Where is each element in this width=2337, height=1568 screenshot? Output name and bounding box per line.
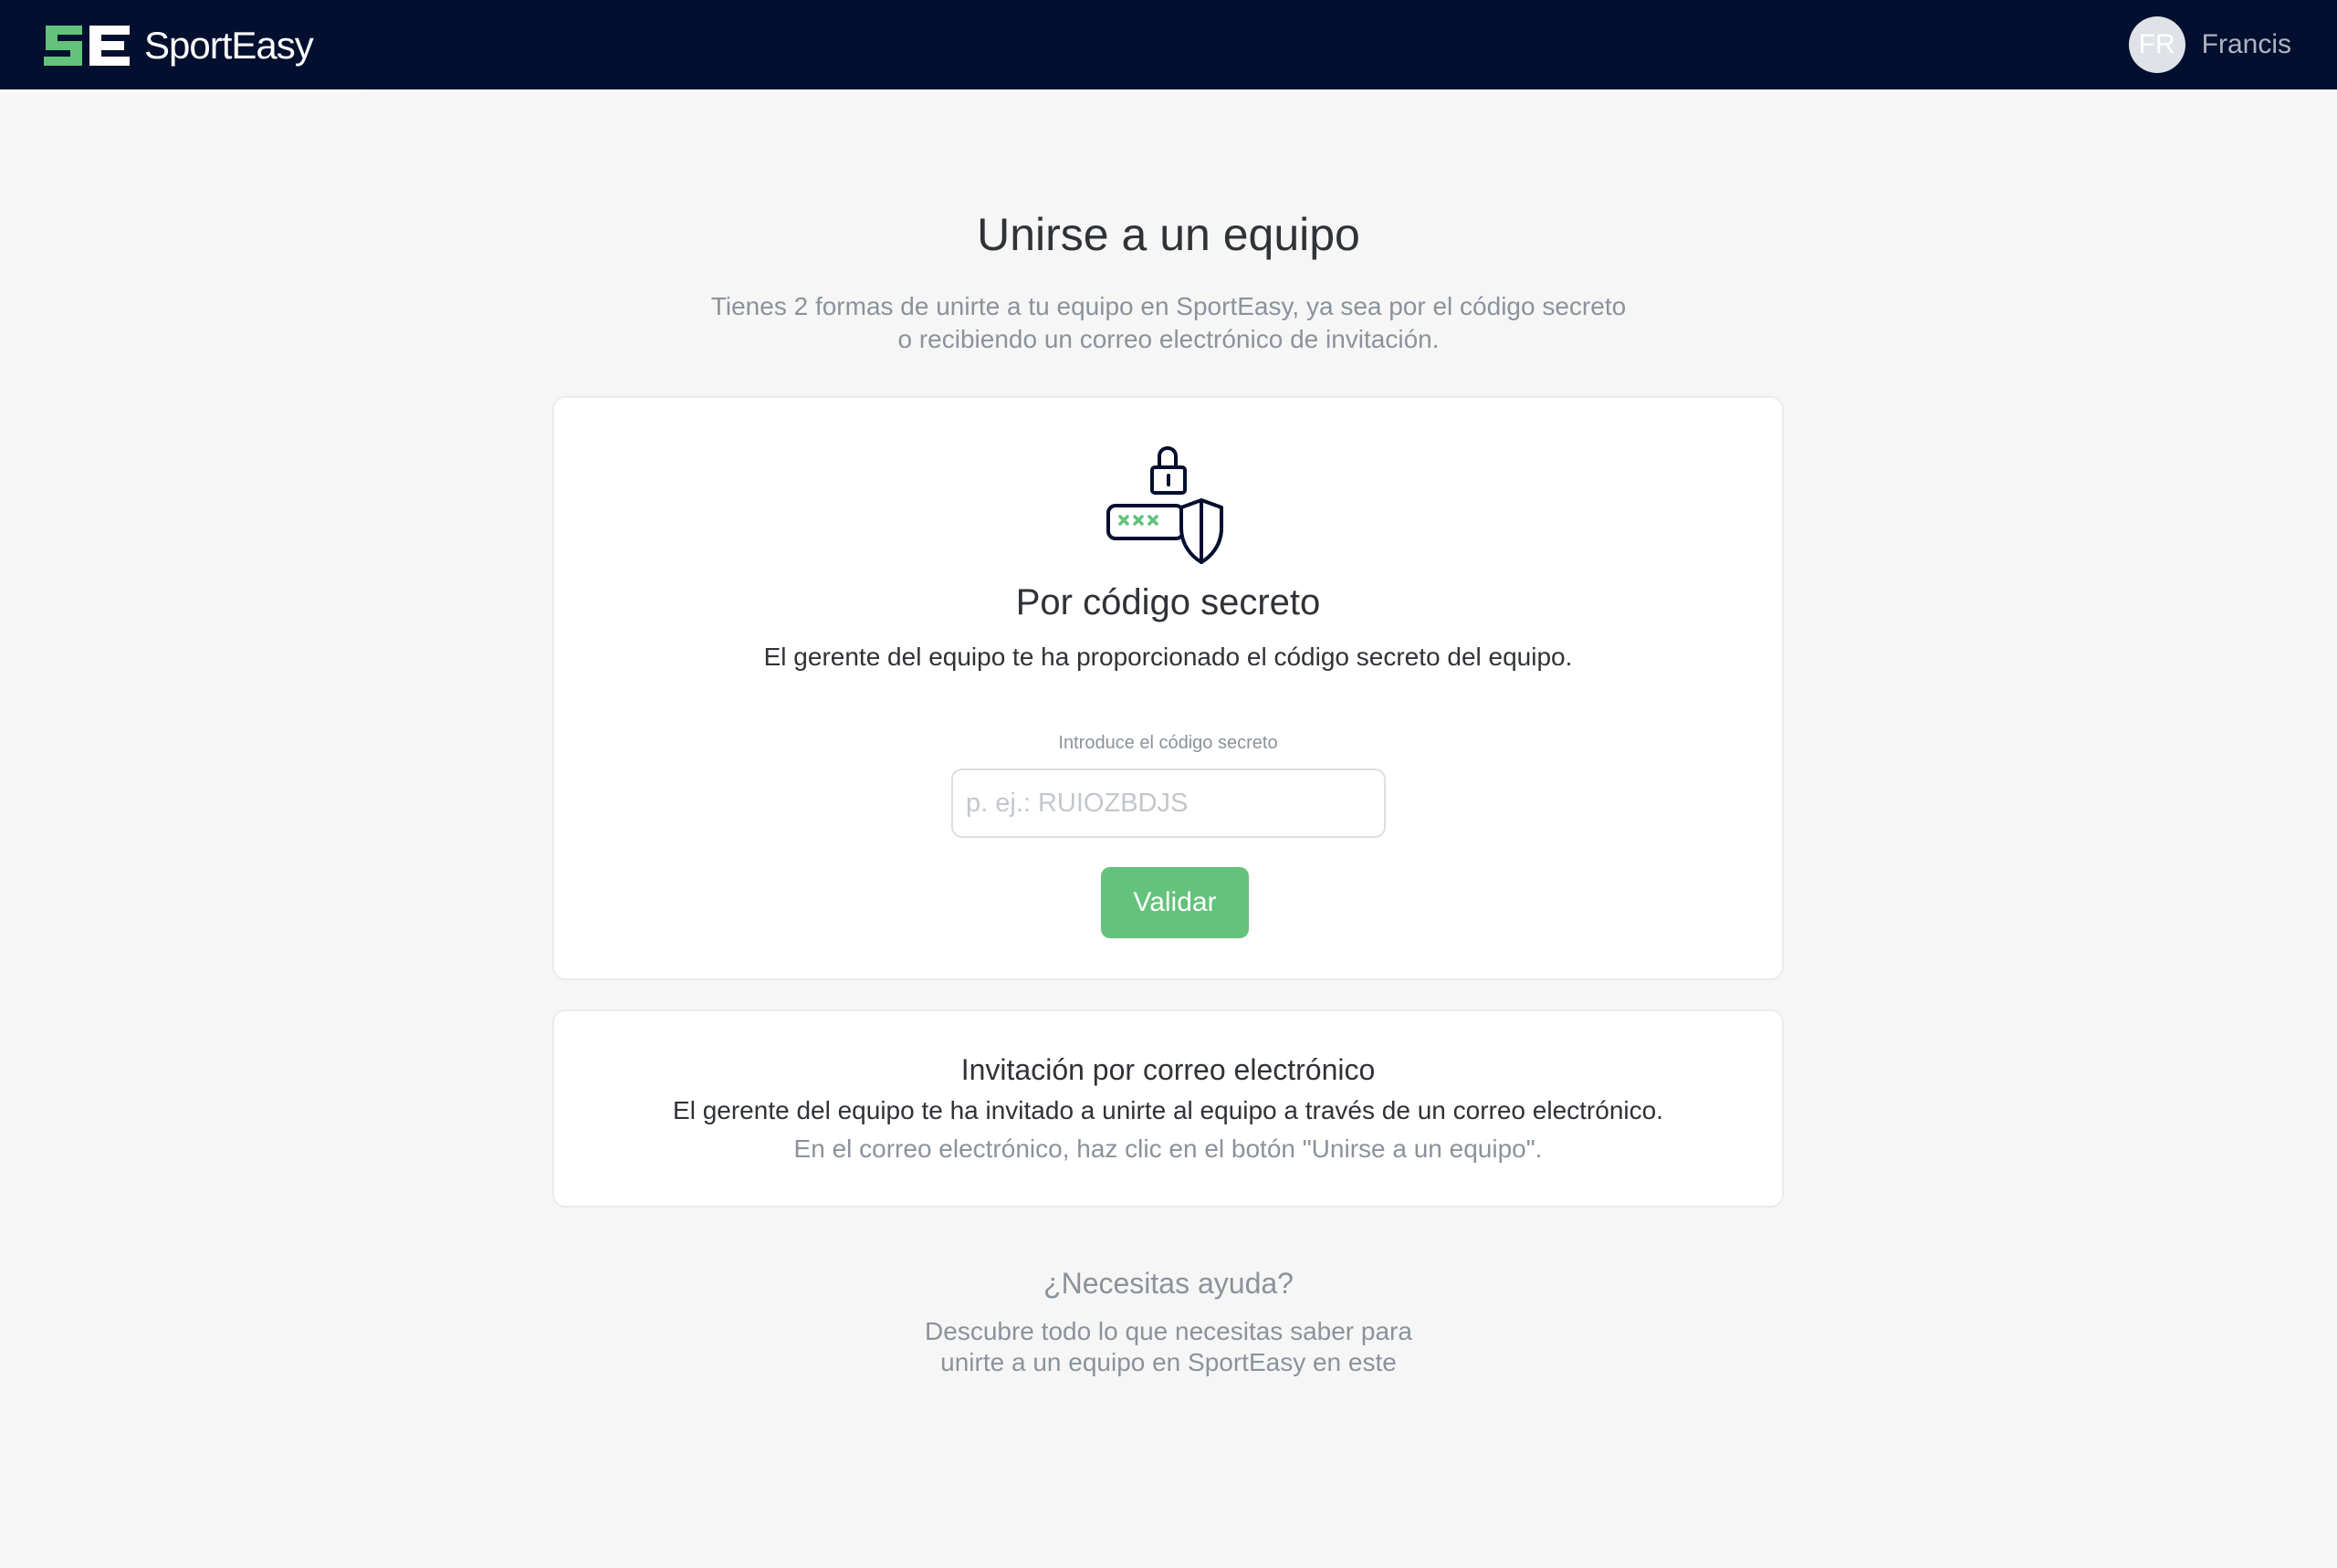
active-nav-indicator [0,89,362,92]
email-invitation-description: El gerente del equipo te ha invitado a u… [673,1096,1663,1124]
sporteasy-logo-mark-icon [44,26,130,66]
help-text: Descubre todo lo que necesitas saber par… [849,1316,1488,1378]
page-subtitle-line: o recibiendo un correo electrónico de in… [897,325,1440,353]
page-subtitle-line: Tienes 2 formas de unirte a tu equipo en… [710,292,1627,320]
validate-button[interactable]: Validar [1101,867,1249,938]
page-subtitle: Tienes 2 formas de unirte a tu equipo en… [621,290,1716,356]
secret-code-title: Por código secreto [1015,582,1321,622]
email-invitation-hint: En el correo electrónico, haz clic en el… [793,1134,1543,1163]
help-text-line: Descubre todo lo que necesitas saber par… [925,1317,1412,1345]
avatar[interactable]: FR [2128,16,2185,73]
page-title: Unirse a un equipo [977,209,1360,260]
lock-code-shield-icon [1106,446,1223,564]
top-navigation-bar: SportEasy FR Francis [0,0,2337,89]
secret-code-label: Introduce el código secreto [1058,733,1278,753]
secret-code-input[interactable] [951,768,1386,838]
user-menu[interactable]: FR Francis [2128,16,2291,73]
help-text-line: unirte a un equipo en SportEasy en este [940,1348,1397,1376]
email-invitation-title: Invitación por correo electrónico [960,1053,1376,1086]
user-name[interactable]: Francis [2202,29,2291,60]
brand-name: SportEasy [144,24,314,67]
secret-code-description: El gerente del equipo te ha proporcionad… [763,643,1573,671]
help-title: ¿Necesitas ayuda? [1043,1267,1294,1300]
avatar-initials: FR [2138,29,2175,59]
sporteasy-logo[interactable]: SportEasy [42,22,314,69]
